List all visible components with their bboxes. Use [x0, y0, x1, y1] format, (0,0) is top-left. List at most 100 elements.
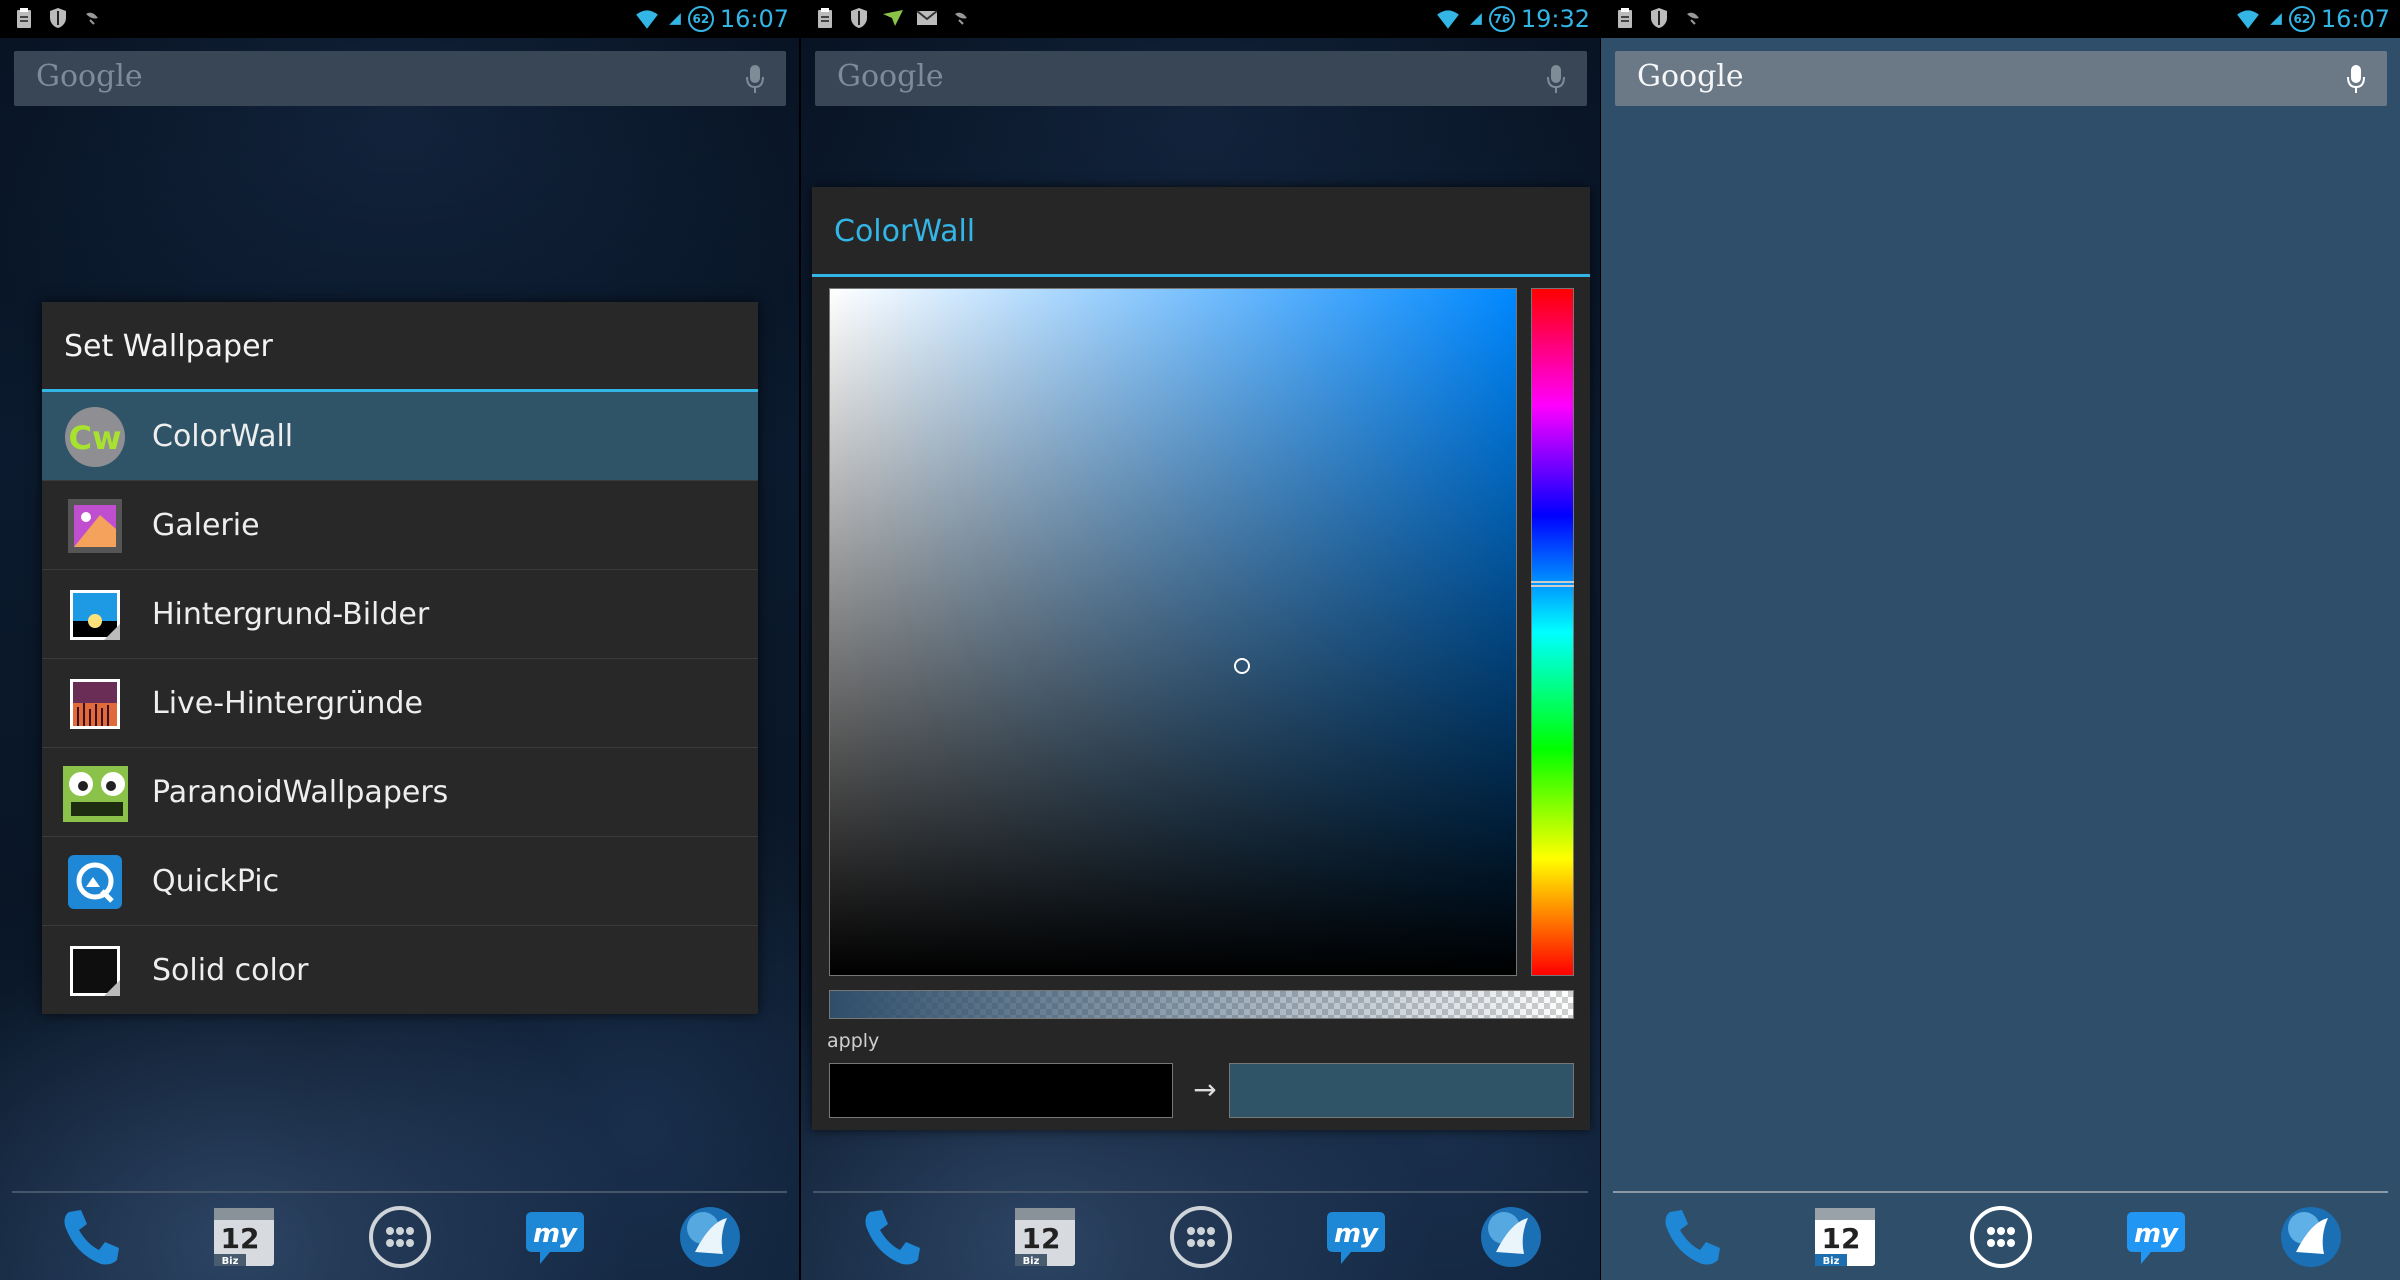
- battery-icon: 62: [687, 6, 714, 32]
- shield-icon: [50, 8, 66, 28]
- screen-home-solid-wallpaper: 62 16:07 Google 12 Biz my: [1601, 0, 2400, 1280]
- shield-icon: [851, 8, 867, 28]
- dock: 12 Biz my: [801, 1196, 1600, 1280]
- mail-icon: [916, 10, 938, 25]
- shield-icon: [1651, 8, 1667, 28]
- list-item-label: ParanoidWallpapers: [152, 775, 449, 810]
- clipboard-icon: [1618, 8, 1632, 28]
- list-item-label: Solid color: [152, 953, 309, 988]
- status-clock: 16:07: [719, 5, 789, 33]
- app-drawer-icon[interactable]: [1166, 1202, 1236, 1272]
- signal-icon: [1469, 13, 1482, 25]
- gallery-icon: [68, 499, 122, 553]
- arrow-label: →: [1193, 1073, 1217, 1106]
- new-color-swatch[interactable]: [1229, 1063, 1574, 1118]
- my-app-icon[interactable]: my: [2121, 1202, 2191, 1272]
- my-app-text: my: [533, 1219, 578, 1249]
- phone-icon[interactable]: [1656, 1202, 1726, 1272]
- battery-icon: 76: [1488, 6, 1515, 32]
- dock-divider: [12, 1191, 787, 1193]
- list-item-colorwall[interactable]: Cw ColorWall: [42, 392, 758, 481]
- apply-label[interactable]: apply: [827, 1030, 879, 1052]
- dock: 12 Biz my: [1601, 1196, 2400, 1280]
- satellite-icon: [955, 12, 967, 25]
- clipboard-icon: [17, 8, 31, 28]
- calendar-day: 12: [221, 1222, 260, 1255]
- old-color-swatch[interactable]: [829, 1063, 1173, 1118]
- browser-icon[interactable]: [1476, 1202, 1546, 1272]
- saturation-value-picker[interactable]: [829, 288, 1517, 976]
- my-app-icon[interactable]: my: [1321, 1202, 1391, 1272]
- paranoid-icon: [63, 766, 128, 822]
- status-clock: 16:07: [2320, 5, 2390, 33]
- list-item-galerie[interactable]: Galerie: [42, 481, 758, 570]
- list-item-label: Live-Hintergründe: [152, 686, 423, 721]
- status-bar: 62 16:07: [1601, 0, 2400, 38]
- colorwall-dialog: ColorWall apply →: [812, 187, 1590, 1130]
- calendar-day: 12: [1022, 1222, 1061, 1255]
- my-app-text: my: [2134, 1219, 2179, 1249]
- hue-slider[interactable]: [1531, 288, 1574, 976]
- google-search-bar[interactable]: Google: [815, 51, 1587, 106]
- satellite-icon: [1687, 12, 1699, 25]
- solid-color-icon: [70, 946, 120, 996]
- dialog-title: Set Wallpaper: [42, 302, 758, 392]
- list-item-label: QuickPic: [152, 864, 280, 899]
- list-item-solid-color[interactable]: Solid color: [42, 926, 758, 1015]
- calendar-sub: Biz: [1023, 1256, 1040, 1267]
- dialog-title: ColorWall: [812, 187, 1590, 277]
- list-item-label: Hintergrund-Bilder: [152, 597, 430, 632]
- colorwall-icon: Cw: [65, 407, 125, 467]
- arrow-icon: [883, 10, 903, 26]
- calendar-day: 12: [1822, 1222, 1861, 1255]
- status-bar: 62 16:07: [0, 0, 799, 38]
- clipboard-icon: [818, 8, 832, 28]
- list-item-paranoidwallpapers[interactable]: ParanoidWallpapers: [42, 748, 758, 837]
- browser-icon[interactable]: [675, 1202, 745, 1272]
- google-search-bar[interactable]: Google: [14, 51, 786, 106]
- mic-icon[interactable]: [1545, 63, 1567, 95]
- app-drawer-icon[interactable]: [1966, 1202, 2036, 1272]
- color-picker-cursor[interactable]: [1233, 658, 1250, 675]
- list-item-quickpic[interactable]: QuickPic: [42, 837, 758, 926]
- wallpapers-icon: [70, 590, 120, 640]
- browser-icon[interactable]: [2276, 1202, 2346, 1272]
- alpha-slider[interactable]: [829, 990, 1574, 1019]
- screen-colorwall: 76 19:32 Google ColorWall apply → 12 Biz …: [801, 0, 1600, 1280]
- list-item-live-hintergruende[interactable]: Live-Hintergründe: [42, 659, 758, 748]
- status-bar: 76 19:32: [801, 0, 1600, 38]
- my-app-icon[interactable]: my: [520, 1202, 590, 1272]
- dock-divider: [1613, 1191, 2388, 1193]
- phone-icon[interactable]: [55, 1202, 125, 1272]
- phone-icon[interactable]: [856, 1202, 926, 1272]
- wifi-icon: [1436, 10, 1459, 29]
- mic-icon[interactable]: [744, 63, 766, 95]
- google-logo: Google: [36, 59, 143, 94]
- app-drawer-icon[interactable]: [365, 1202, 435, 1272]
- google-search-bar[interactable]: Google: [1615, 51, 2387, 106]
- satellite-icon: [86, 12, 98, 25]
- dock: 12 Biz my: [0, 1196, 799, 1280]
- calendar-icon[interactable]: 12 Biz: [1811, 1202, 1881, 1272]
- wifi-icon: [635, 10, 658, 29]
- live-wallpapers-icon: [70, 679, 120, 729]
- set-wallpaper-dialog: Set Wallpaper Cw ColorWall Galerie Hinte…: [42, 302, 758, 1014]
- wifi-icon: [2236, 10, 2259, 29]
- google-logo: Google: [837, 59, 944, 94]
- signal-icon: [668, 13, 681, 25]
- list-item-label: Galerie: [152, 508, 260, 543]
- dock-divider: [813, 1191, 1588, 1193]
- my-app-text: my: [1334, 1219, 1379, 1249]
- wallpaper-background: [1601, 0, 2400, 1280]
- hue-slider-handle[interactable]: [1531, 580, 1574, 587]
- calendar-icon[interactable]: 12 Biz: [1011, 1202, 1081, 1272]
- calendar-sub: Biz: [1823, 1256, 1840, 1267]
- quickpic-icon: [68, 855, 122, 909]
- calendar-icon[interactable]: 12 Biz: [210, 1202, 280, 1272]
- calendar-sub: Biz: [222, 1256, 239, 1267]
- signal-icon: [2269, 13, 2282, 25]
- google-logo: Google: [1637, 59, 1744, 94]
- list-item-hintergrund-bilder[interactable]: Hintergrund-Bilder: [42, 570, 758, 659]
- screen-set-wallpaper: 62 16:07 Google Set Wallpaper Cw ColorWa…: [0, 0, 799, 1280]
- mic-icon[interactable]: [2345, 63, 2367, 95]
